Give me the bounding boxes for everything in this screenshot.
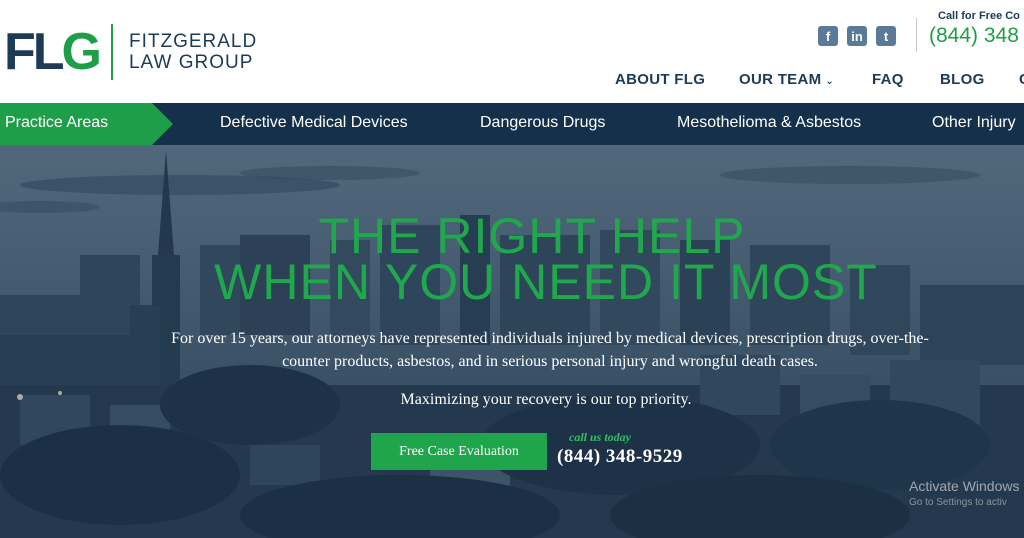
practice-areas-bar: Practice Areas Defective Medical Devices… [0,103,1024,145]
main-nav: ABOUT FLG OUR TEAM⌄ FAQ BLOG C [0,71,1024,91]
nav-blog[interactable]: BLOG [940,71,985,88]
nav-our-team[interactable]: OUR TEAM ⌄ [739,71,834,88]
hero-section: THE RIGHT HELP WHEN YOU NEED IT MOST For… [0,145,1024,538]
activate-windows-subtitle: Go to Settings to activ [909,497,1007,508]
practice-item-medical-devices[interactable]: Defective Medical Devices [220,114,408,132]
header-phone-link[interactable]: (844) 348 [929,24,1019,48]
twitter-icon[interactable]: t [876,26,896,46]
nav-contact[interactable]: C [1019,71,1024,88]
logo-line-1: FITZGERALD [128,31,258,52]
free-case-evaluation-button[interactable]: Free Case Evaluation [371,433,547,470]
practice-areas-label: Practice Areas [5,114,109,131]
nav-about[interactable]: ABOUT FLG [615,71,705,88]
chevron-down-icon: ⌄ [825,76,835,87]
activate-windows-title: Activate Windows [909,478,1020,494]
hero-tagline: Maximizing your recovery is our top prio… [400,391,692,408]
site-header: FLG FITZGERALD LAW GROUP f in t Call for… [0,0,1024,103]
logo-line-2: LAW GROUP [128,52,254,73]
nav-faq[interactable]: FAQ [872,71,904,88]
hero-headline-line-2: WHEN YOU NEED IT MOST [214,254,878,310]
social-links: f in t [818,26,896,46]
hero-description: For over 15 years, our attorneys have re… [171,330,929,370]
linkedin-icon[interactable]: in [847,26,867,46]
practice-item-mesothelioma[interactable]: Mesothelioma & Asbestos [677,114,861,132]
practice-item-other-injury[interactable]: Other Injury [932,114,1016,132]
logo-wordmark: FITZGERALD LAW GROUP [129,31,257,73]
call-us-label: call us today [569,430,631,444]
call-label: Call for Free Co [938,10,1020,22]
header-divider [916,18,917,52]
practice-areas-tab[interactable]: Practice Areas [0,103,173,145]
facebook-icon[interactable]: f [818,26,838,46]
hero-phone-link[interactable]: (844) 348-9529 [557,446,683,468]
practice-item-dangerous-drugs[interactable]: Dangerous Drugs [480,114,605,132]
